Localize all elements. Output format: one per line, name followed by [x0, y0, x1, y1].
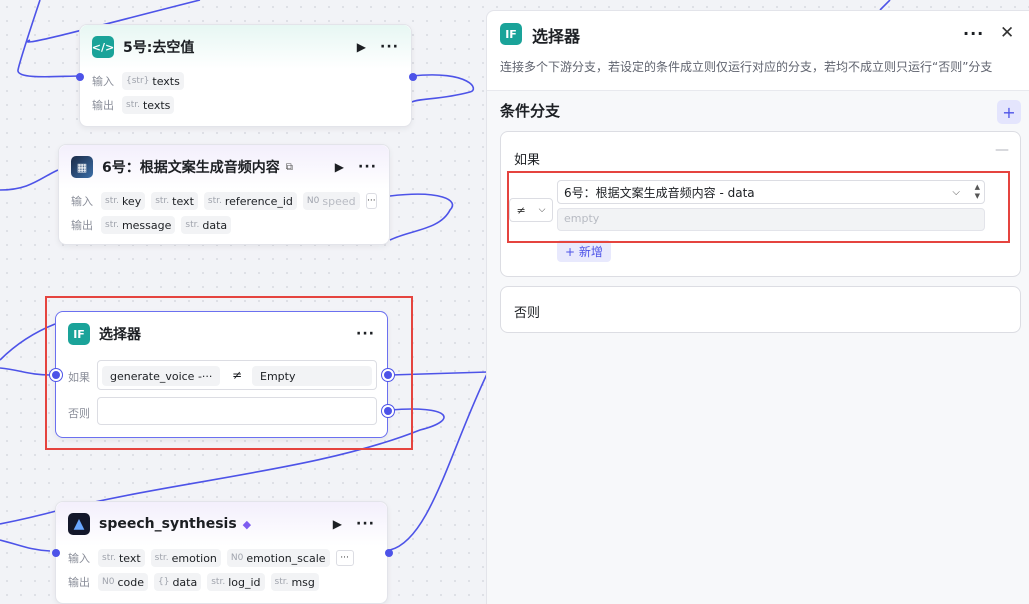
- param-tag: {} data: [154, 573, 202, 591]
- play-icon[interactable]: ▶: [357, 40, 366, 54]
- if-branch-card: 如果 — ≠ ⌵ 6号：根据文案生成音频内容 - data ⌵ ▲ ▼ empty …: [500, 131, 1021, 277]
- input-port[interactable]: [52, 549, 60, 557]
- input-port[interactable]: [76, 73, 84, 81]
- node-title: 选择器: [99, 327, 141, 343]
- node-6-generate-audio[interactable]: ▦ 6号：根据文案生成音频内容 ⧉ ▶ ··· 输入 str. key str. t…: [58, 144, 390, 245]
- param-tag: str. text: [151, 192, 198, 210]
- panel-description: 连接多个下游分支，若设定的条件成立则仅运行对应的分支，若均不成立则只运行“否则”…: [500, 60, 993, 74]
- code-icon: </>: [92, 36, 114, 58]
- input-row: 输入 str. key str. text str. reference_id N0 s…: [59, 189, 389, 213]
- section-title: 条件分支: [500, 102, 561, 120]
- node-header: IF 选择器 ···: [56, 312, 387, 356]
- if-label: 如果: [514, 153, 541, 168]
- play-icon[interactable]: ▶: [333, 517, 342, 531]
- value-input[interactable]: empty: [557, 208, 985, 231]
- param-tag: str. emotion: [150, 549, 221, 567]
- more-params-icon[interactable]: ···: [365, 193, 377, 209]
- output-label: 输出: [92, 99, 114, 112]
- param-tag: N0 emotion_scale: [226, 549, 330, 567]
- param-tag: {str} texts: [122, 72, 184, 90]
- node-5-remove-empty[interactable]: </> 5号:去空值 ▶ ··· 输入 {str} texts 输出 str. te…: [76, 24, 417, 127]
- close-icon[interactable]: ✕: [1000, 23, 1014, 43]
- param-tag: N0 code: [98, 573, 148, 591]
- node-title: 6号：根据文案生成音频内容: [102, 160, 280, 176]
- node-title: speech_synthesis: [99, 516, 237, 532]
- chevron-down-icon: ⌵: [952, 186, 960, 198]
- param-tag: str. data: [181, 216, 232, 234]
- output-row: 输出 N0 code {} data str. log_id str. msg: [56, 570, 387, 594]
- panel-title: 选择器: [532, 27, 581, 46]
- if-label: 如果: [68, 371, 90, 384]
- input-row: 输入 {str} texts: [80, 69, 411, 93]
- node-header: ▦ 6号：根据文案生成音频内容 ⧉ ▶ ···: [59, 145, 389, 189]
- condition-value: Empty: [252, 366, 372, 386]
- param-tag: str. message: [101, 216, 176, 234]
- selector-settings-panel: IF 选择器 ··· ✕ 连接多个下游分支，若设定的条件成立则仅运行对应的分支，…: [486, 10, 1029, 604]
- node-title: 5号:去空值: [123, 40, 195, 56]
- play-icon[interactable]: ▶: [335, 160, 344, 174]
- operator-select[interactable]: ≠ ⌵: [509, 198, 553, 222]
- image-icon: ▦: [71, 156, 93, 178]
- clone-icon: ⧉: [285, 161, 293, 173]
- more-params-icon[interactable]: ···: [335, 550, 354, 566]
- param-tag: str. key: [101, 192, 146, 210]
- if-icon: IF: [68, 323, 90, 345]
- param-tag: str. log_id: [207, 573, 265, 591]
- output-label: 输出: [68, 576, 90, 589]
- waveform-icon: ▲: [68, 513, 90, 535]
- param-tag: N0 speed: [302, 192, 360, 210]
- more-icon[interactable]: ···: [356, 326, 375, 342]
- param-tag: str. texts: [122, 96, 175, 114]
- node-header: ▲ speech_synthesis ◆ ▶ ···: [56, 502, 387, 546]
- output-row: 输出 str. texts: [80, 93, 411, 117]
- variable-select[interactable]: 6号：根据文案生成音频内容 - data ⌵ ▲ ▼: [557, 180, 985, 204]
- add-branch-button[interactable]: +: [997, 100, 1021, 124]
- stepper-icon[interactable]: ▲ ▼: [975, 183, 980, 201]
- more-icon[interactable]: ···: [356, 516, 375, 532]
- if-output-port[interactable]: [382, 369, 394, 381]
- else-box[interactable]: [97, 397, 377, 425]
- output-row: 输出 str. message str. data: [59, 213, 389, 237]
- output-port[interactable]: [385, 549, 393, 557]
- more-icon[interactable]: ···: [358, 159, 377, 175]
- else-label: 否则: [514, 306, 541, 321]
- selector-node[interactable]: IF 选择器 ··· 如果 generate_voice -··· ≠ Empt…: [50, 311, 394, 438]
- output-port[interactable]: [409, 73, 417, 81]
- node-header: </> 5号:去空值 ▶ ···: [80, 25, 411, 69]
- else-output-port[interactable]: [382, 405, 394, 417]
- more-icon[interactable]: ···: [380, 39, 399, 55]
- input-row: 输入 str. text str. emotion N0 emotion_scale …: [56, 546, 387, 570]
- collapse-icon[interactable]: —: [995, 142, 1009, 158]
- input-label: 输入: [92, 75, 114, 88]
- param-tag: str. text: [98, 549, 145, 567]
- input-label: 输入: [71, 195, 93, 208]
- output-label: 输出: [71, 219, 93, 232]
- condition-box[interactable]: generate_voice -··· ≠ Empty: [97, 360, 377, 390]
- input-port[interactable]: [50, 369, 62, 381]
- if-icon: IF: [500, 23, 522, 45]
- input-label: 输入: [68, 552, 90, 565]
- more-icon[interactable]: ···: [963, 24, 984, 43]
- panel-header: IF 选择器 ··· ✕ 连接多个下游分支，若设定的条件成立则仅运行对应的分支，…: [487, 11, 1029, 91]
- param-tag: str. msg: [270, 573, 319, 591]
- speech-synthesis-node[interactable]: ▲ speech_synthesis ◆ ▶ ··· 输入 str. text s…: [52, 501, 393, 604]
- else-branch-card: 否则: [500, 286, 1021, 333]
- chevron-down-icon: ⌵: [538, 205, 546, 215]
- not-equal-icon: ≠: [232, 368, 243, 382]
- param-tag: str. reference_id: [203, 192, 297, 210]
- else-label: 否则: [68, 407, 90, 420]
- diamond-icon: ◆: [242, 517, 252, 531]
- condition-variable: generate_voice -···: [102, 366, 221, 386]
- add-condition-button[interactable]: + 新增: [557, 240, 611, 262]
